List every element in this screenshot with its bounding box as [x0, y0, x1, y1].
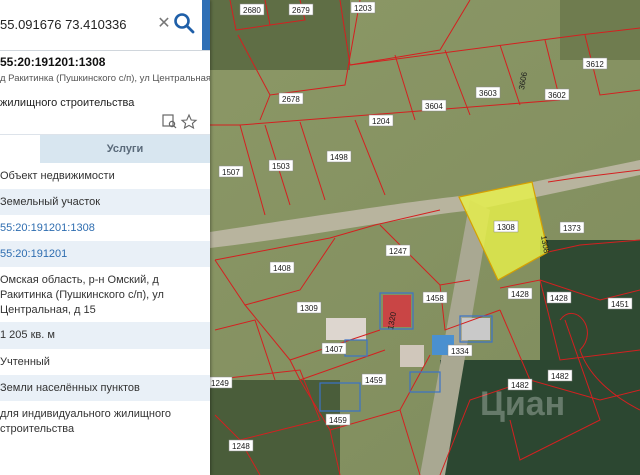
- row-status: Учтенный: [0, 349, 210, 375]
- svg-text:1459: 1459: [365, 376, 383, 385]
- field-patch: [560, 0, 640, 60]
- svg-text:1507: 1507: [222, 168, 240, 177]
- parcel-address-short: д Ракитинка (Пушкинского с/п), ул Центра…: [0, 73, 210, 84]
- building-roof-grey: [462, 318, 490, 340]
- label-1507: 1507: [218, 165, 244, 178]
- panel-tabs: Услуги: [0, 134, 210, 163]
- row-text: Земельный участок: [0, 196, 101, 208]
- svg-text:1498: 1498: [330, 153, 348, 162]
- label-1482-a: 1482: [507, 378, 533, 391]
- search-bar: ✕: [0, 0, 210, 51]
- row-text: Земли населённых пунктов: [0, 382, 140, 394]
- label-2678: 2678: [278, 92, 304, 105]
- label-3603: 3603: [475, 86, 501, 99]
- zoom-to-icon[interactable]: [162, 114, 177, 129]
- label-3604: 3604: [421, 99, 447, 112]
- label-1451: 1451: [607, 297, 633, 310]
- svg-text:3602: 3602: [548, 91, 566, 100]
- row-text: для индивидуального жилищного строительс…: [0, 408, 172, 435]
- clear-icon[interactable]: ✕: [154, 13, 174, 35]
- label-1459-a: 1459: [361, 373, 387, 386]
- svg-text:2679: 2679: [292, 6, 310, 15]
- label-1458: 1458: [422, 291, 448, 304]
- row-text: 1 205 кв. м: [0, 329, 55, 341]
- svg-text:1309: 1309: [300, 304, 318, 313]
- cadastral-number-link[interactable]: 55:20:191201:1308: [0, 215, 210, 236]
- svg-text:3612: 3612: [586, 60, 604, 69]
- info-panel: ✕ 55:20:191201:1308 д Ракитинка (Пушкинс…: [0, 0, 210, 475]
- svg-text:1407: 1407: [325, 345, 343, 354]
- row-text: Омская область, р-н Омский, д Ракитинка …: [0, 274, 164, 316]
- svg-text:3604: 3604: [425, 102, 443, 111]
- label-1248: 1248: [228, 439, 254, 452]
- row-land-category: Земли населённых пунктов: [0, 375, 210, 401]
- parcel-purpose: жилищного строительства: [0, 97, 135, 109]
- label-1204: 1204: [368, 114, 394, 127]
- parcel-cadastral-title: 55:20:191201:1308: [0, 55, 106, 69]
- label-1428-b: 1428: [546, 291, 572, 304]
- svg-text:1408: 1408: [273, 264, 291, 273]
- label-1309: 1309: [296, 301, 322, 314]
- svg-text:1334: 1334: [451, 347, 469, 356]
- label-1503: 1503: [268, 159, 294, 172]
- label-1247: 1247: [385, 244, 411, 257]
- label-2680: 2680: [239, 3, 265, 16]
- row-cadastral-number[interactable]: 55:20:191201:1308: [0, 215, 210, 241]
- svg-text:3603: 3603: [479, 89, 497, 98]
- svg-text:1428: 1428: [550, 294, 568, 303]
- svg-text:1308: 1308: [497, 223, 515, 232]
- row-text: Объект недвижимости: [0, 170, 115, 182]
- row-area: 1 205 кв. м: [0, 322, 210, 349]
- label-1334: 1334: [447, 344, 473, 357]
- svg-text:1451: 1451: [611, 300, 629, 309]
- building-shed: [400, 345, 424, 367]
- label-1428-a: 1428: [507, 287, 533, 300]
- label-1373: 1373: [559, 221, 585, 234]
- svg-text:1482: 1482: [511, 381, 529, 390]
- row-object-type: Объект недвижимости: [0, 163, 210, 189]
- svg-text:2680: 2680: [243, 6, 261, 15]
- svg-text:1248: 1248: [232, 442, 250, 451]
- label-1407: 1407: [321, 342, 347, 355]
- forest-patch: [210, 0, 350, 70]
- svg-text:1482: 1482: [551, 372, 569, 381]
- svg-text:1428: 1428: [511, 290, 529, 299]
- label-1482-b: 1482: [547, 369, 573, 382]
- row-address: Омская область, р-н Омский, д Ракитинка …: [0, 267, 210, 322]
- parcel-actions: [162, 113, 198, 129]
- svg-text:1503: 1503: [272, 162, 290, 171]
- row-cadastral-quarter[interactable]: 55:20:191201: [0, 241, 210, 267]
- label-1308: 1308: [493, 220, 519, 233]
- cadastral-quarter-link[interactable]: 55:20:191201: [0, 241, 210, 262]
- tab-info[interactable]: [0, 135, 40, 163]
- search-input[interactable]: [0, 10, 150, 38]
- label-2679: 2679: [288, 3, 314, 16]
- tab-services[interactable]: Услуги: [40, 135, 210, 163]
- watermark-text: Циан: [480, 385, 565, 423]
- svg-text:1249: 1249: [211, 379, 229, 388]
- search-panel-edge: [202, 0, 210, 50]
- favorite-star-icon[interactable]: [180, 113, 198, 129]
- label-3602: 3602: [544, 88, 570, 101]
- svg-text:1373: 1373: [563, 224, 581, 233]
- label-3612: 3612: [582, 57, 608, 70]
- label-1203: 1203: [350, 1, 376, 14]
- search-icon[interactable]: [172, 11, 196, 35]
- label-1249: 1249: [207, 376, 233, 389]
- svg-text:2678: 2678: [282, 95, 300, 104]
- row-text: Учтенный: [0, 356, 50, 368]
- label-1498: 1498: [326, 150, 352, 163]
- label-1408: 1408: [269, 261, 295, 274]
- label-1459-b: 1459: [325, 413, 351, 426]
- svg-text:1204: 1204: [372, 117, 390, 126]
- row-permitted-use: для индивидуального жилищного строительс…: [0, 401, 210, 446]
- row-object-kind: Земельный участок: [0, 189, 210, 215]
- svg-text:1203: 1203: [354, 4, 372, 13]
- svg-text:1459: 1459: [329, 416, 347, 425]
- svg-text:1458: 1458: [426, 294, 444, 303]
- svg-text:1247: 1247: [389, 247, 407, 256]
